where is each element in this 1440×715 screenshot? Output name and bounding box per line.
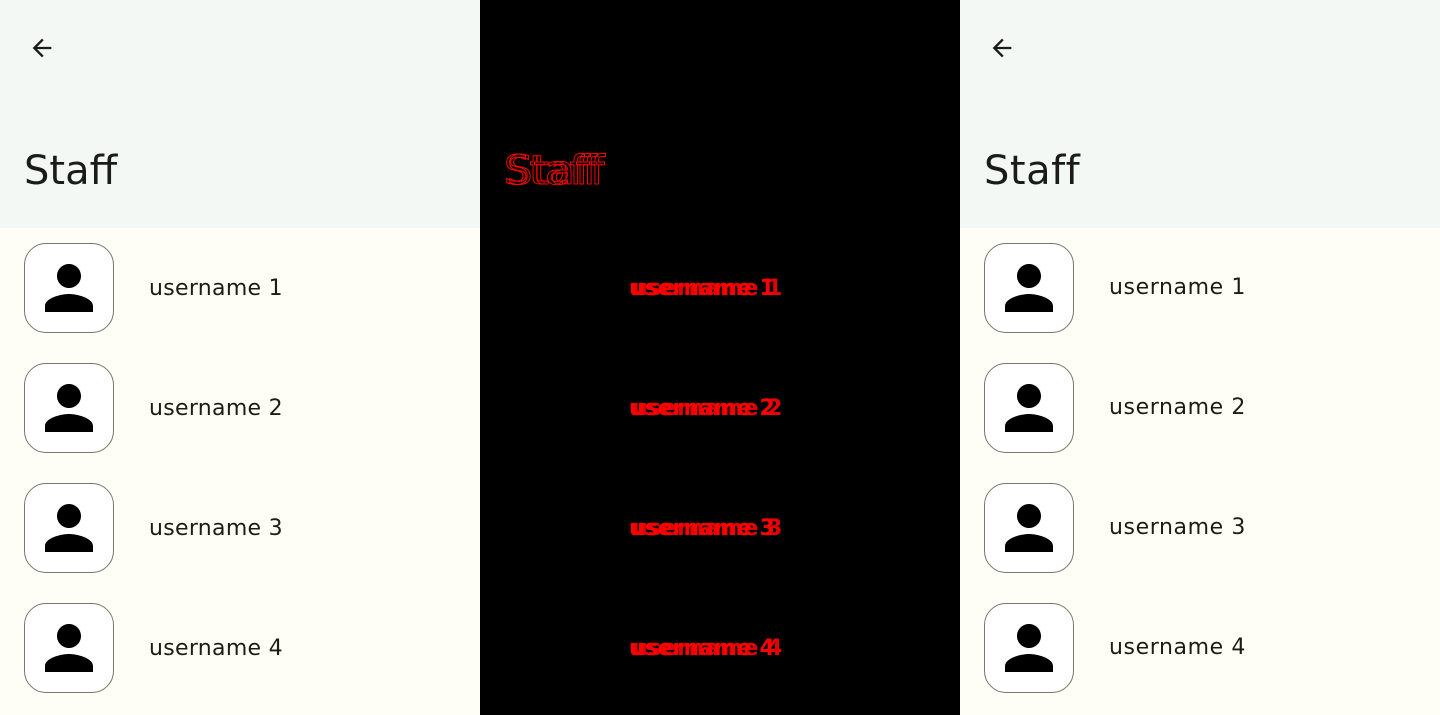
avatar [24, 363, 114, 453]
overlay-username-offset: username 4 [632, 636, 783, 661]
overlay-title-offset: Staff [507, 148, 606, 195]
person-icon [1005, 384, 1053, 432]
person-icon [1005, 504, 1053, 552]
list-item[interactable]: username 1 [960, 240, 1440, 360]
overlay-username-offset: username 2 [632, 396, 783, 421]
diff-overlay-panel: Staff Staff username 1 username 1 userna… [480, 0, 960, 715]
staff-list: username 1 username 2 username 3 usernam… [0, 240, 480, 715]
person-icon [1005, 264, 1053, 312]
back-button[interactable] [20, 26, 64, 70]
list-item[interactable]: username 4 [0, 600, 480, 715]
arrow-back-icon [992, 38, 1012, 58]
staff-screen-right: Staff username 1 username 2 username 3 u… [960, 0, 1440, 715]
person-icon [1005, 624, 1053, 672]
username-label: username 3 [1109, 515, 1246, 540]
username-label: username 2 [1109, 395, 1246, 420]
avatar [24, 483, 114, 573]
person-icon [45, 384, 93, 432]
arrow-back-icon [32, 38, 52, 58]
username-label: username 3 [149, 516, 283, 541]
page-title: Staff [24, 148, 118, 194]
avatar [24, 243, 114, 333]
avatar [984, 243, 1074, 333]
username-label: username 4 [1109, 635, 1246, 660]
avatar [984, 603, 1074, 693]
top-app-bar: Staff [960, 0, 1440, 228]
overlay-username-offset: username 3 [632, 516, 783, 541]
page-title: Staff [984, 148, 1081, 194]
avatar [984, 363, 1074, 453]
staff-list: username 1 username 2 username 3 usernam… [960, 240, 1440, 715]
username-label: username 2 [149, 396, 283, 421]
username-label: username 1 [149, 276, 283, 301]
list-item[interactable]: username 4 [960, 600, 1440, 715]
back-button[interactable] [980, 26, 1024, 70]
avatar [984, 483, 1074, 573]
username-label: username 4 [149, 636, 283, 661]
person-icon [45, 504, 93, 552]
top-app-bar: Staff [0, 0, 480, 228]
list-item[interactable]: username 2 [960, 360, 1440, 480]
person-icon [45, 624, 93, 672]
username-label: username 1 [1109, 275, 1246, 300]
person-icon [45, 264, 93, 312]
list-item[interactable]: username 3 [960, 480, 1440, 600]
overlay-username-offset: username 1 [632, 276, 783, 301]
list-item[interactable]: username 1 [0, 240, 480, 360]
list-item[interactable]: username 3 [0, 480, 480, 600]
staff-screen-left: Staff username 1 username 2 username 3 u… [0, 0, 480, 715]
avatar [24, 603, 114, 693]
list-item[interactable]: username 2 [0, 360, 480, 480]
